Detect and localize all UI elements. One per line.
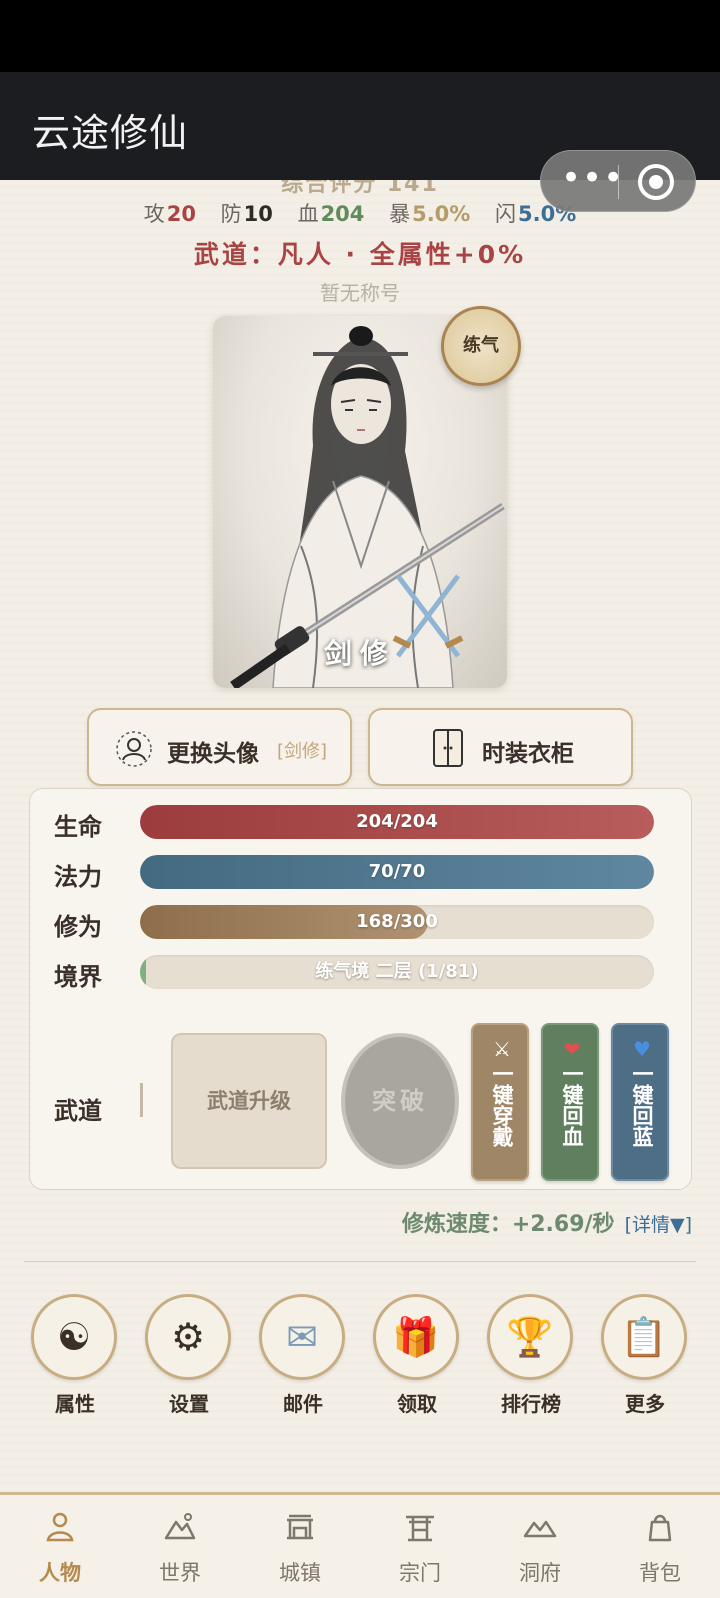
tab-bag-label: 背包 [639,1561,681,1585]
character-page: 综合评分 141 攻20 防10 血204 暴5.0% 闪5.0% 武道：凡人 … [0,180,720,1492]
hp-label: 血 [297,202,319,226]
wardrobe-label: 时装衣柜 [482,741,574,767]
cultivation-bar: 168/300 [140,905,654,939]
defense-value: 10 [243,202,273,226]
settings-label: 设置 [169,1392,209,1416]
player-title: 暂无称号 [320,281,400,305]
breakthrough-button[interactable]: 突破 [341,1033,459,1169]
tab-character-label: 人物 [39,1561,81,1585]
cultivation-speed: 修炼速度：+2.69/秒 [详情▼] [402,1206,692,1238]
leaderboard-button[interactable]: 🏆 排行榜 [487,1294,575,1417]
town-gate-icon [287,1514,313,1540]
realm-bar-text: 练气境 二层 (1/81) [315,961,479,982]
realm-badge: 练气 [441,306,521,386]
hp-bar: 204/204 [140,805,654,839]
sect-gate-icon [406,1515,434,1542]
wudao-label: 武道 [54,1097,102,1125]
wardrobe-button[interactable]: 时装衣柜 [368,708,633,786]
speed-detail-toggle[interactable]: [详情▼] [625,1214,692,1236]
tab-cave-label: 洞府 [519,1561,561,1585]
class-label: 剑修 [323,637,396,670]
attributes-icon: ☯ [31,1294,117,1380]
wudao-upgrade-button[interactable]: 武道升级 [171,1033,327,1169]
quick-mana-button[interactable]: ♥ 一键回蓝 [611,1023,669,1181]
avatar-class-tag: [剑修] [277,741,328,762]
close-target-icon[interactable] [638,164,674,200]
mail-icon: ✉ [259,1294,345,1380]
quick-mana-label: 一键回蓝 [630,1063,654,1147]
change-avatar-button[interactable]: 更换头像 [剑修] [87,708,352,786]
settings-button[interactable]: ⚙ 设置 [145,1294,233,1417]
bag-icon [648,1514,672,1542]
wudao-separator [140,1083,143,1117]
miniprogram-capsule: ••• [540,150,696,212]
attributes-button[interactable]: ☯ 属性 [31,1294,119,1417]
heart-icon: ❤ [563,1037,581,1061]
gift-icon: 🎁 [373,1294,459,1380]
quick-heal-label: 一键回血 [560,1063,584,1147]
crit-label: 暴 [389,202,411,226]
claim-label: 领取 [397,1392,437,1416]
mail-label: 邮件 [283,1392,323,1416]
tab-town-label: 城镇 [279,1561,321,1585]
claim-button[interactable]: 🎁 领取 [373,1294,461,1417]
quick-heal-button[interactable]: ❤ 一键回血 [541,1023,599,1181]
cultivation-speed-text: 修炼速度：+2.69/秒 [401,1212,615,1237]
realm-bar-label: 境界 [54,963,102,991]
dodge-label: 闪 [495,202,517,226]
tab-bag[interactable]: 背包 [600,1495,720,1598]
cave-mountain-icon [523,1520,557,1538]
leaderboard-label: 排行榜 [501,1392,561,1416]
tab-world-label: 世界 [159,1561,201,1585]
attributes-label: 属性 [55,1392,95,1416]
tab-sect-label: 宗门 [399,1561,441,1585]
trophy-icon: 🏆 [487,1294,573,1380]
more-button[interactable]: 📋 更多 [601,1294,689,1417]
tab-sect[interactable]: 宗门 [360,1495,480,1598]
blue-heart-icon: ♥ [633,1037,651,1061]
mountain-world-icon [164,1513,196,1540]
gear-icon: ⚙ [145,1294,231,1380]
status-panel: 生命 204/204 法力 70/70 修为 168/300 境界 练气境 二层… [29,788,692,1190]
quick-equip-label: 一键穿戴 [490,1063,514,1147]
tab-cave[interactable]: 洞府 [480,1495,600,1598]
mp-bar: 70/70 [140,855,654,889]
status-bar [0,0,720,72]
mail-button[interactable]: ✉ 邮件 [259,1294,347,1417]
wardrobe-icon [433,729,463,767]
attack-label: 攻 [143,202,165,226]
more-label: 更多 [625,1392,665,1416]
avatar-icon [116,731,152,767]
tab-character[interactable]: 人物 [0,1495,120,1598]
wudao-status: 武道：凡人 · 全属性+0% [193,240,527,269]
section-divider [24,1261,696,1262]
hp-value: 204 [320,202,365,226]
quick-equip-button[interactable]: ⚔ 一键穿戴 [471,1023,529,1181]
clipboard-icon: 📋 [601,1294,687,1380]
app-title: 云途修仙 [32,111,189,155]
attack-value: 20 [166,202,196,226]
mp-bar-text: 70/70 [368,861,426,882]
more-dots-icon[interactable]: ••• [561,161,623,201]
cultivation-bar-label: 修为 [54,913,102,941]
realm-bar: 练气境 二层 (1/81) [140,955,654,989]
defense-label: 防 [220,202,242,226]
change-avatar-label: 更换头像 [167,741,259,767]
bottom-tab-bar: 人物 世界 城镇 宗门 洞府 背包 [0,1492,720,1598]
tab-town[interactable]: 城镇 [240,1495,360,1598]
capsule-divider [618,165,619,199]
cultivation-bar-text: 168/300 [356,911,438,932]
hp-bar-text: 204/204 [356,811,438,832]
person-icon [46,1512,74,1542]
crossed-swords-icon: ⚔ [493,1037,511,1061]
hp-bar-label: 生命 [54,813,102,841]
mp-bar-label: 法力 [54,863,102,891]
crit-value: 5.0% [412,202,471,226]
tab-world[interactable]: 世界 [120,1495,240,1598]
